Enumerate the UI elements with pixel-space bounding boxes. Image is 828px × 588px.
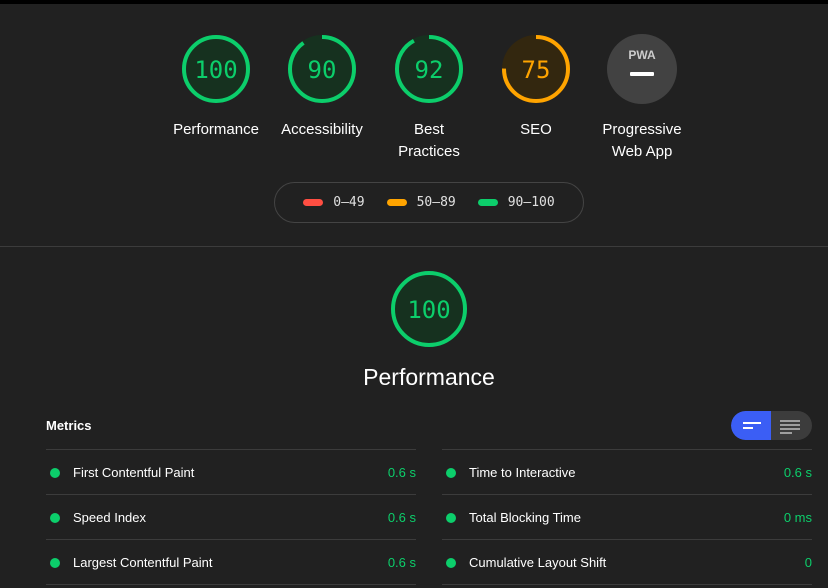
legend-swatch-fail xyxy=(303,199,324,206)
metric-row: Largest Contentful Paint 0.6 s xyxy=(46,539,416,584)
metric-value: 0 xyxy=(804,555,812,570)
top-bar xyxy=(0,0,828,4)
metric-name: Cumulative Layout Shift xyxy=(469,555,607,570)
legend-item-pass: 90–100 xyxy=(477,195,555,210)
pwa-icon: PWA xyxy=(607,34,677,104)
pass-indicator-icon xyxy=(50,513,60,523)
pass-indicator-icon xyxy=(446,468,456,478)
metric-name: First Contentful Paint xyxy=(73,465,195,480)
legend-range: 0–49 xyxy=(333,195,365,210)
detailed-view-button[interactable] xyxy=(771,411,812,440)
metrics-view-toggle[interactable] xyxy=(731,411,812,440)
gauge-label: Accessibility xyxy=(281,121,363,138)
gauge-pwa[interactable]: PWA Progressive Web App xyxy=(587,33,697,163)
legend-range: 50–89 xyxy=(416,195,456,210)
section-divider xyxy=(0,246,828,247)
metrics-header: Metrics xyxy=(46,418,92,433)
main-gauge-score: 100 xyxy=(407,296,450,324)
gauge-ring: 100 xyxy=(391,271,467,347)
gauge-accessibility[interactable]: 90 Accessibility xyxy=(267,33,377,141)
gauge-label: Performance xyxy=(173,121,259,138)
gauge-ring: 75 xyxy=(502,35,570,103)
gauge-score: 90 xyxy=(308,56,337,84)
metric-row: Cumulative Layout Shift 0 xyxy=(442,539,812,584)
gauge-ring: 100 xyxy=(182,35,250,103)
pass-indicator-icon xyxy=(50,558,60,568)
performance-title: Performance xyxy=(363,364,495,390)
gauge-ring: 92 xyxy=(395,35,463,103)
gauge-score: 100 xyxy=(194,56,237,84)
performance-main-gauge: 100 xyxy=(389,269,469,354)
pwa-badge-text: PWA xyxy=(628,48,656,62)
gauge-seo[interactable]: 75 SEO xyxy=(481,33,591,141)
metric-value: 0.6 s xyxy=(387,555,416,570)
metric-value: 0 ms xyxy=(783,510,812,525)
legend-swatch-pass xyxy=(477,199,498,206)
gauge-label: SEO xyxy=(520,121,552,138)
metric-name: Largest Contentful Paint xyxy=(73,555,213,570)
gauge-performance[interactable]: 100 Performance xyxy=(161,33,271,141)
metric-value: 0.6 s xyxy=(783,465,812,480)
metric-row: Time to Interactive 0.6 s xyxy=(442,449,812,494)
gauge-score: 92 xyxy=(415,56,444,84)
gauge-score: 75 xyxy=(522,56,551,84)
metric-row: Total Blocking Time 0 ms xyxy=(442,494,812,539)
gauge-label: Best Practices xyxy=(398,121,460,160)
gauge-ring: 90 xyxy=(288,35,356,103)
gauge-best-practices[interactable]: 92 Best Practices xyxy=(374,33,484,163)
metric-name: Total Blocking Time xyxy=(469,510,581,525)
metric-name: Time to Interactive xyxy=(469,465,576,480)
pass-indicator-icon xyxy=(446,558,456,568)
pass-indicator-icon xyxy=(50,468,60,478)
metric-row: Speed Index 0.6 s xyxy=(46,494,416,539)
metric-row: First Contentful Paint 0.6 s xyxy=(46,449,416,494)
legend-item-average: 50–89 xyxy=(386,195,456,210)
metrics-column-right: Time to Interactive 0.6 s Total Blocking… xyxy=(442,449,812,585)
score-legend: 0–49 50–89 90–100 xyxy=(274,182,584,223)
compact-view-button[interactable] xyxy=(731,411,771,440)
legend-swatch-average xyxy=(386,199,407,206)
metric-value: 0.6 s xyxy=(387,510,416,525)
compact-view-icon xyxy=(743,422,761,429)
metric-row-end xyxy=(442,584,812,585)
category-gauges: 100 Performance 90 Accessibility 92 Best… xyxy=(0,33,828,173)
legend-item-fail: 0–49 xyxy=(303,195,365,210)
metric-row-end xyxy=(46,584,416,585)
metric-value: 0.6 s xyxy=(387,465,416,480)
gauge-label: Progressive Web App xyxy=(602,121,682,160)
pass-indicator-icon xyxy=(446,513,456,523)
metrics-column-left: First Contentful Paint 0.6 s Speed Index… xyxy=(46,449,416,585)
legend-range: 90–100 xyxy=(507,195,555,210)
detailed-view-icon xyxy=(780,420,800,434)
metric-name: Speed Index xyxy=(73,510,147,525)
